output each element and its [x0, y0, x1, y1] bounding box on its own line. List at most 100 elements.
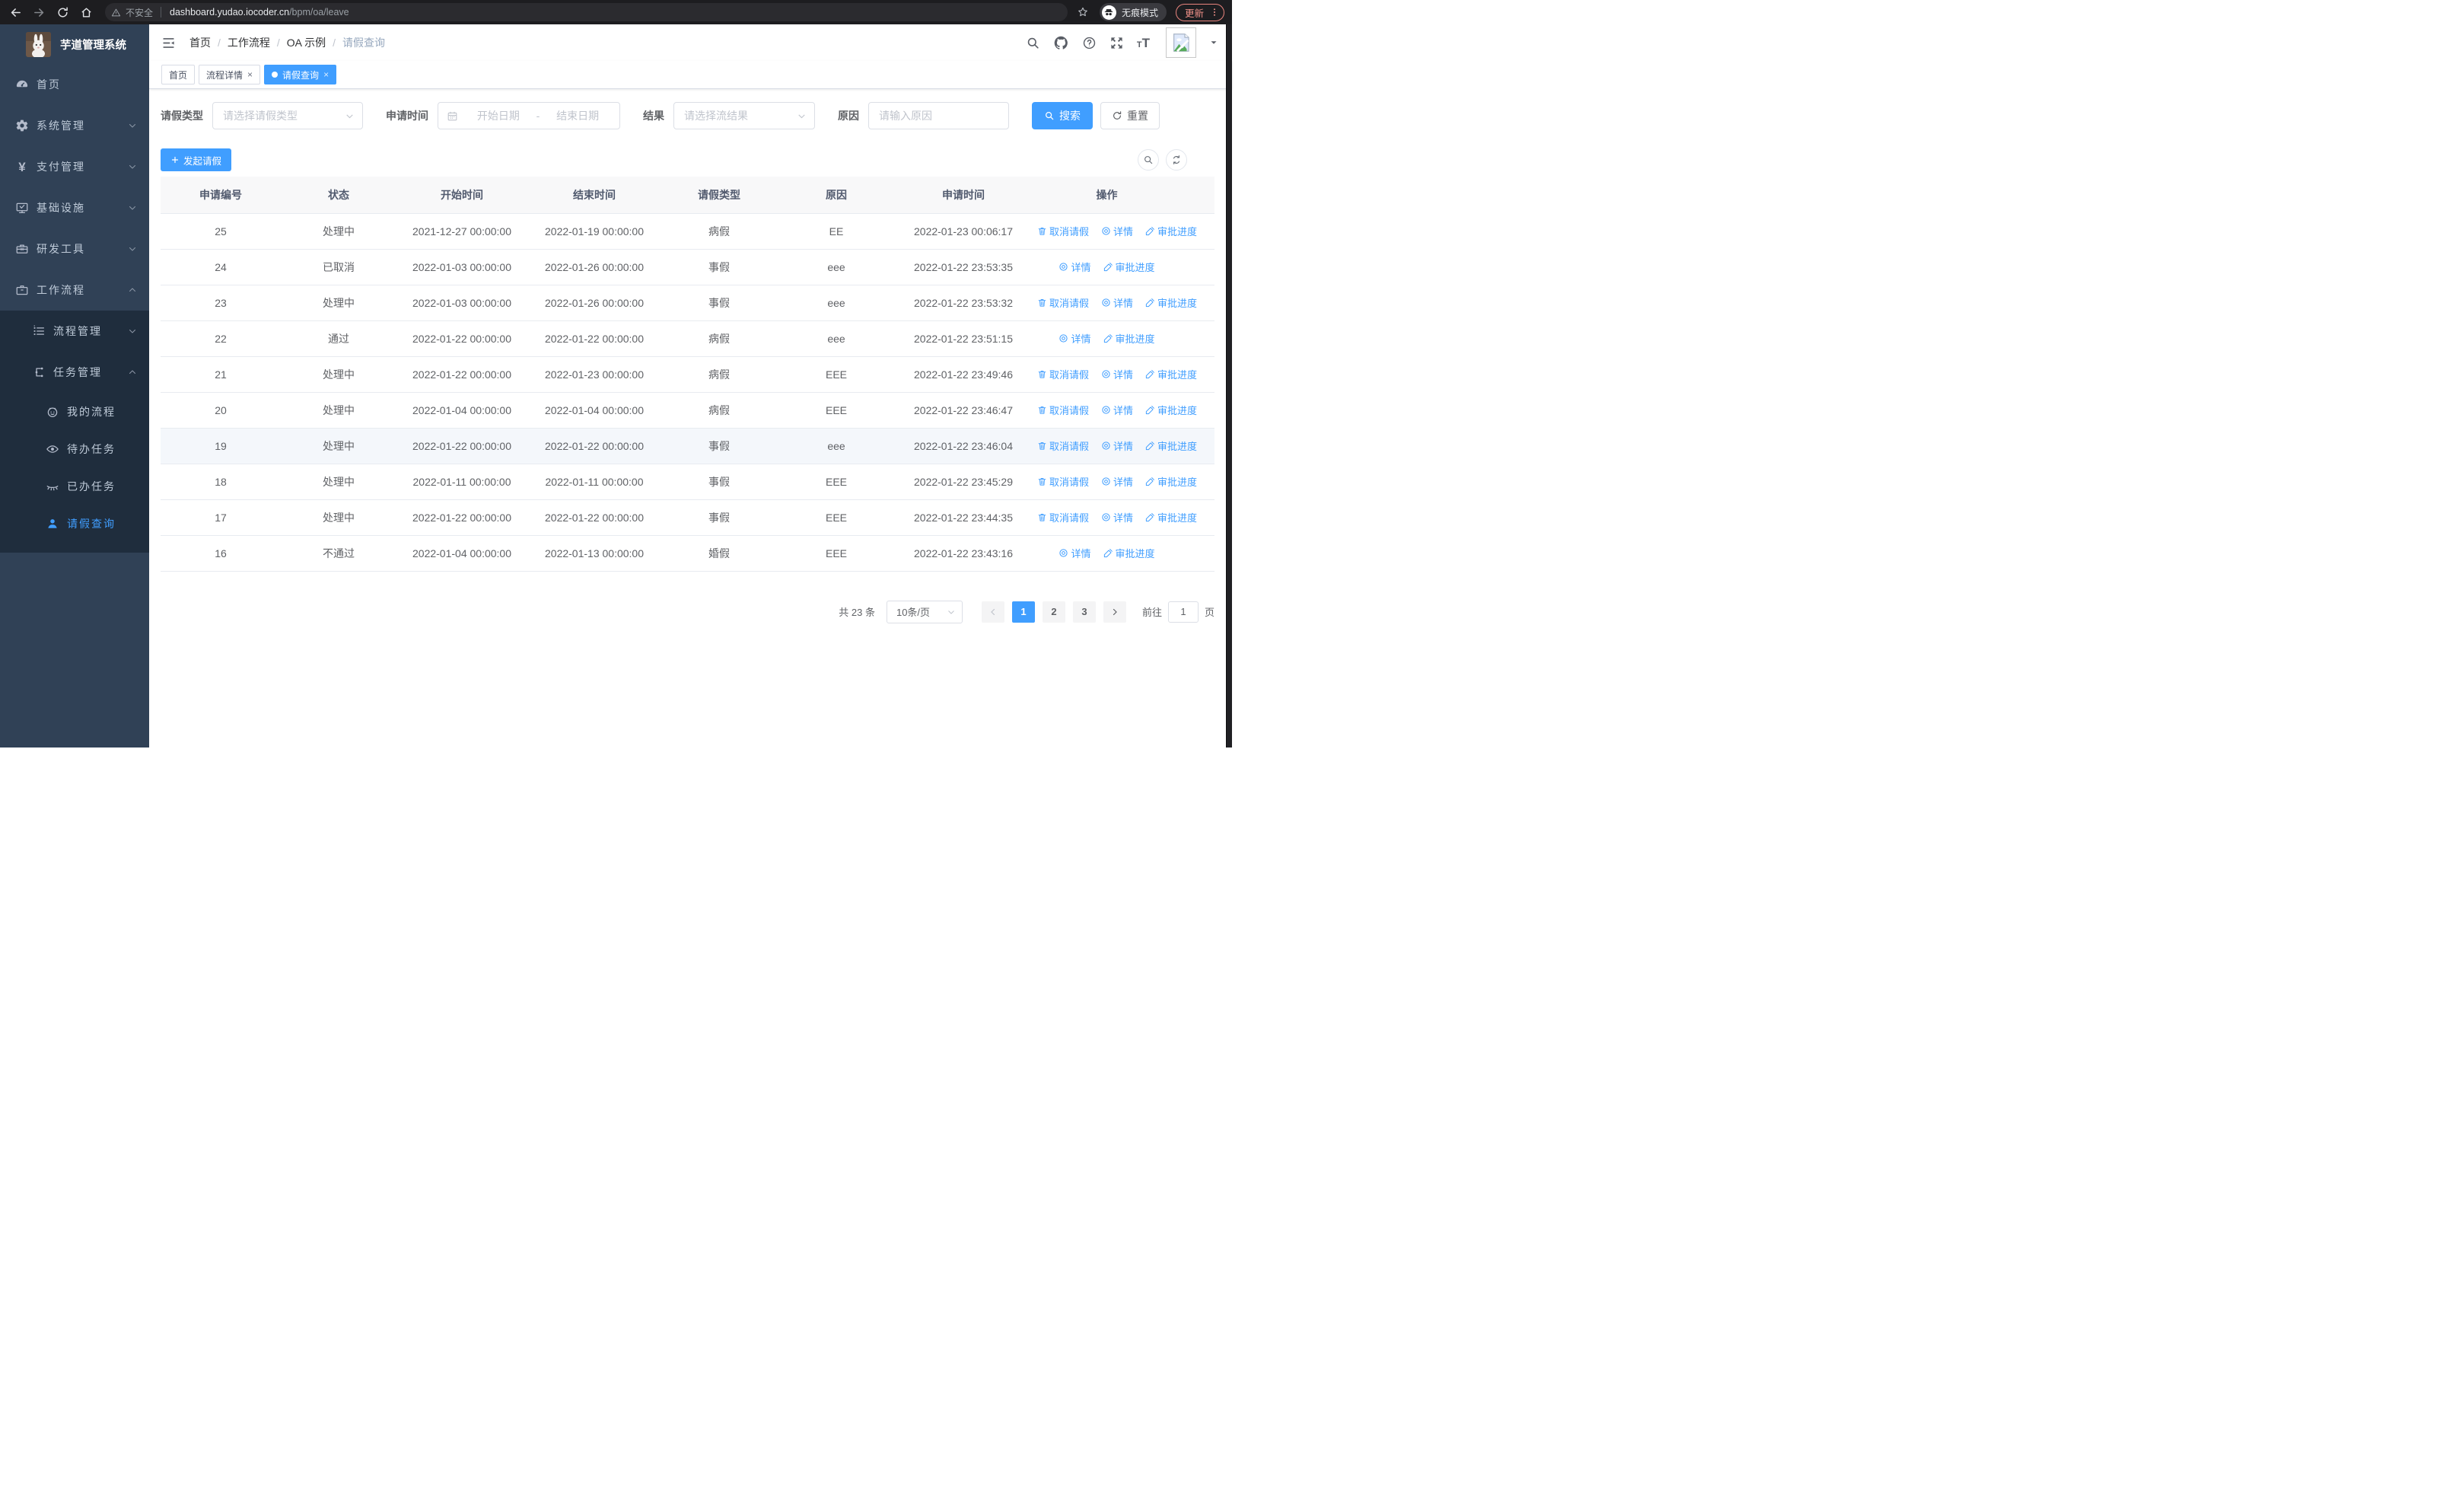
row-actions: 详情 审批进度	[1031, 535, 1214, 572]
sidebar-item-leave-query[interactable]: 请假查询	[0, 505, 149, 542]
user-avatar[interactable]	[1166, 27, 1196, 58]
action-detail-link[interactable]: 详情	[1101, 295, 1133, 310]
breadcrumb-item[interactable]: 工作流程	[228, 35, 270, 50]
sidebar-collapse-icon[interactable]	[161, 36, 176, 50]
sidebar-item-process-management[interactable]: 流程管理	[0, 311, 149, 352]
page-button-2[interactable]: 2	[1042, 601, 1065, 623]
action-detail-link[interactable]: 详情	[1101, 403, 1133, 417]
total-count-label: 共 23 条	[839, 607, 875, 618]
action-detail-link[interactable]: 详情	[1101, 474, 1133, 489]
sidebar-item-workflow[interactable]: 工作流程	[0, 269, 149, 311]
page-button-1[interactable]: 1	[1011, 601, 1035, 623]
action-detail-link[interactable]: 详情	[1101, 510, 1133, 524]
action-cancel-link[interactable]: 取消请假	[1037, 224, 1089, 238]
browser-update-button[interactable]: 更新	[1175, 3, 1224, 21]
bookmark-star-icon[interactable]	[1077, 6, 1089, 18]
address-bar[interactable]: 不安全 dashboard.yudao.iocoder.cn /bpm/oa/l…	[105, 3, 1068, 21]
action-detail-link[interactable]: 详情	[1101, 438, 1133, 453]
table-row[interactable]: 21 处理中 2022-01-22 00:00:00 2022-01-23 00…	[161, 356, 1214, 393]
toggle-search-button[interactable]	[1138, 149, 1159, 171]
tab-process-detail[interactable]: 流程详情 ×	[199, 65, 261, 84]
sidebar-item-task-management[interactable]: 任务管理	[0, 352, 149, 393]
sync-icon	[1171, 155, 1182, 165]
action-progress-link[interactable]: 审批进度	[1145, 367, 1197, 381]
sidebar-item-payment-management[interactable]: ¥ 支付管理	[0, 146, 149, 187]
create-leave-button[interactable]: 发起请假	[161, 148, 232, 171]
sidebar-item-done-tasks[interactable]: 已办任务	[0, 467, 149, 505]
next-page-button[interactable]	[1103, 601, 1126, 623]
tab-close-icon[interactable]: ×	[247, 69, 253, 80]
action-progress-link[interactable]: 审批进度	[1145, 438, 1197, 453]
action-cancel-link[interactable]: 取消请假	[1037, 510, 1089, 524]
tab-home[interactable]: 首页	[161, 65, 196, 84]
menu-dots-icon[interactable]	[1209, 7, 1220, 18]
action-progress-link[interactable]: 审批进度	[1103, 331, 1155, 346]
action-progress-link[interactable]: 审批进度	[1145, 474, 1197, 489]
sidebar-item-my-process[interactable]: 我的流程	[0, 393, 149, 430]
table-row[interactable]: 25 处理中 2021-12-27 00:00:00 2022-01-19 00…	[161, 213, 1214, 250]
breadcrumb-item[interactable]: OA 示例	[287, 35, 326, 50]
tab-leave-query[interactable]: 请假查询 ×	[264, 65, 337, 84]
action-cancel-link[interactable]: 取消请假	[1037, 474, 1089, 489]
action-progress-link[interactable]: 审批进度	[1103, 260, 1155, 274]
breadcrumb-item[interactable]: 首页	[189, 35, 211, 50]
action-cancel-link[interactable]: 取消请假	[1037, 438, 1089, 453]
github-icon[interactable]	[1053, 35, 1069, 51]
app-logo-row[interactable]: 芋道管理系统	[0, 24, 149, 64]
row-actions: 取消请假 详情 审批进度	[1031, 464, 1214, 500]
result-select[interactable]: 请选择流结果	[673, 102, 815, 129]
leave-type-select[interactable]: 请选择请假类型	[212, 102, 363, 129]
apply-time-range-picker[interactable]: 开始日期 - 结束日期	[438, 102, 620, 129]
forward-icon[interactable]	[33, 6, 46, 19]
action-progress-link[interactable]: 审批进度	[1145, 403, 1197, 417]
tab-close-icon[interactable]: ×	[323, 69, 329, 80]
goto-page-input[interactable]	[1167, 601, 1199, 623]
action-progress-link[interactable]: 审批进度	[1145, 224, 1197, 238]
search-button[interactable]: 搜索	[1032, 102, 1093, 129]
avatar-caret-down-icon[interactable]	[1209, 38, 1218, 47]
action-progress-link[interactable]: 审批进度	[1145, 510, 1197, 524]
sidebar-menu: 首页 系统管理 ¥ 支付管理 基础设施 研发工具 工作流程 流程管理 任务管理 …	[0, 64, 149, 553]
back-icon[interactable]	[9, 6, 22, 19]
action-cancel-link[interactable]: 取消请假	[1037, 403, 1089, 417]
chevron-down-icon	[128, 244, 137, 253]
sidebar-item-home[interactable]: 首页	[0, 64, 149, 105]
org-icon	[32, 365, 46, 379]
prev-page-button[interactable]	[981, 601, 1004, 623]
action-detail-link[interactable]: 详情	[1059, 546, 1091, 560]
action-detail-link[interactable]: 详情	[1059, 331, 1091, 346]
security-label[interactable]: 不安全	[126, 6, 153, 19]
action-progress-link[interactable]: 审批进度	[1145, 295, 1197, 310]
browser-scrollbar[interactable]	[1226, 24, 1232, 748]
table-row[interactable]: 17 处理中 2022-01-22 00:00:00 2022-01-22 00…	[161, 499, 1214, 536]
action-cancel-link[interactable]: 取消请假	[1037, 367, 1089, 381]
sidebar-item-todo-tasks[interactable]: 待办任务	[0, 430, 149, 467]
action-progress-link[interactable]: 审批进度	[1103, 546, 1155, 560]
table-row[interactable]: 23 处理中 2022-01-03 00:00:00 2022-01-26 00…	[161, 285, 1214, 321]
pen-icon	[1145, 405, 1155, 415]
reload-icon[interactable]	[56, 6, 69, 19]
action-detail-link[interactable]: 详情	[1101, 367, 1133, 381]
table-row[interactable]: 22 通过 2022-01-22 00:00:00 2022-01-22 00:…	[161, 320, 1214, 357]
help-icon[interactable]	[1082, 36, 1097, 50]
table-row[interactable]: 24 已取消 2022-01-03 00:00:00 2022-01-26 00…	[161, 249, 1214, 285]
reason-input[interactable]	[868, 102, 1009, 129]
page-size-select[interactable]: 10条/页	[886, 600, 963, 623]
reset-button[interactable]: 重置	[1100, 102, 1160, 129]
sidebar-item-infrastructure[interactable]: 基础设施	[0, 187, 149, 228]
table-row[interactable]: 19 处理中 2022-01-22 00:00:00 2022-01-22 00…	[161, 428, 1214, 464]
table-row[interactable]: 16 不通过 2022-01-04 00:00:00 2022-01-13 00…	[161, 535, 1214, 572]
table-row[interactable]: 18 处理中 2022-01-11 00:00:00 2022-01-11 00…	[161, 464, 1214, 500]
table-row[interactable]: 20 处理中 2022-01-04 00:00:00 2022-01-04 00…	[161, 392, 1214, 429]
action-detail-link[interactable]: 详情	[1101, 224, 1133, 238]
sidebar-item-dev-tools[interactable]: 研发工具	[0, 228, 149, 269]
action-cancel-link[interactable]: 取消请假	[1037, 295, 1089, 310]
sidebar-item-system-management[interactable]: 系统管理	[0, 105, 149, 146]
fullscreen-icon[interactable]	[1109, 36, 1124, 50]
home-icon[interactable]	[80, 6, 93, 19]
action-detail-link[interactable]: 详情	[1059, 260, 1091, 274]
font-size-icon[interactable]: TT	[1137, 37, 1150, 49]
search-icon[interactable]	[1026, 36, 1040, 50]
refresh-table-button[interactable]	[1166, 149, 1187, 171]
page-button-3[interactable]: 3	[1072, 601, 1096, 623]
